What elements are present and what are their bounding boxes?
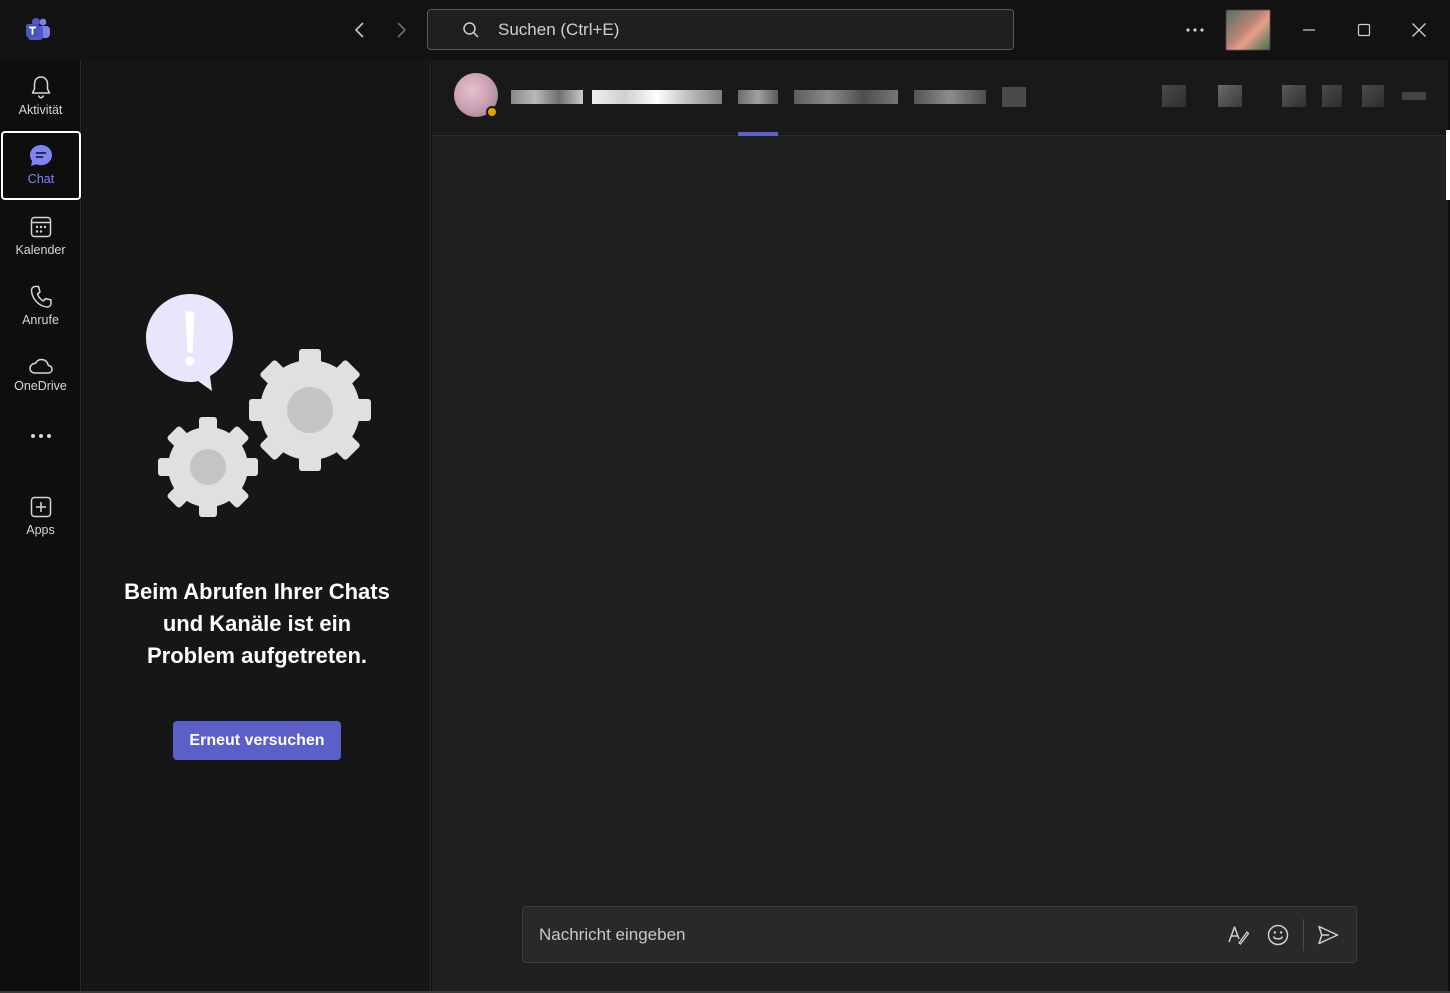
conversation-pane <box>432 60 1448 993</box>
send-icon <box>1318 925 1339 945</box>
bell-icon <box>28 74 54 100</box>
chevron-right-icon <box>397 22 407 38</box>
rail-item-apps[interactable]: Apps <box>0 482 81 550</box>
app-rail: Aktivität Chat Kalender Anrufe OneDrive <box>0 60 81 993</box>
retry-button[interactable]: Erneut versuchen <box>173 721 341 760</box>
more-horizontal-icon <box>1186 28 1204 32</box>
format-button[interactable] <box>1225 922 1251 948</box>
settings-more-button[interactable] <box>1182 20 1208 40</box>
maximize-icon <box>1357 23 1371 37</box>
search-box[interactable] <box>427 9 1014 50</box>
header-action-redacted[interactable] <box>1218 85 1242 107</box>
header-action-redacted[interactable] <box>1402 92 1426 100</box>
rail-item-activity[interactable]: Aktivität <box>0 62 81 130</box>
maximize-button[interactable] <box>1349 15 1379 45</box>
rail-item-label: Anrufe <box>22 313 59 327</box>
teams-logo-icon[interactable] <box>24 16 52 44</box>
composer-divider <box>1303 919 1304 951</box>
message-input[interactable] <box>539 907 1219 962</box>
error-gears-illustration <box>146 294 371 517</box>
cloud-icon <box>28 356 54 376</box>
title-bar <box>0 0 1450 60</box>
more-icon <box>28 430 54 442</box>
rail-item-label: Aktivität <box>18 103 63 117</box>
tab-redacted[interactable] <box>738 90 778 104</box>
rail-item-label: Apps <box>26 523 55 537</box>
minimize-button[interactable] <box>1294 15 1324 45</box>
rail-item-onedrive[interactable]: OneDrive <box>0 342 81 410</box>
back-button[interactable] <box>348 18 372 42</box>
search-icon <box>463 22 479 38</box>
rail-item-calls[interactable]: Anrufe <box>0 272 81 340</box>
format-text-icon <box>1228 926 1250 945</box>
presence-status-icon <box>486 106 498 118</box>
error-message: Beim Abrufen Ihrer Chats und Kanäle ist … <box>124 579 390 668</box>
rail-item-label: OneDrive <box>14 379 67 393</box>
phone-icon <box>28 284 54 310</box>
header-action-redacted[interactable] <box>1322 85 1342 107</box>
active-tab-indicator <box>738 132 778 136</box>
forward-button[interactable] <box>389 18 413 42</box>
tab-redacted[interactable] <box>794 90 898 104</box>
emoji-icon <box>1267 924 1289 946</box>
header-action-redacted[interactable] <box>1282 85 1306 107</box>
message-composer[interactable] <box>522 906 1357 963</box>
rail-item-more[interactable] <box>0 412 81 458</box>
calendar-icon <box>28 214 54 240</box>
header-action-redacted[interactable] <box>1362 85 1384 107</box>
chat-icon <box>28 143 54 169</box>
tab-redacted[interactable] <box>914 90 986 104</box>
close-icon <box>1412 23 1426 37</box>
profile-avatar[interactable] <box>1226 10 1270 50</box>
header-action-redacted[interactable] <box>1162 85 1186 107</box>
chat-list-pane: Beim Abrufen Ihrer Chats und Kanäle ist … <box>82 60 431 993</box>
search-input[interactable] <box>498 10 998 49</box>
chevron-left-icon <box>354 22 364 38</box>
rail-item-chat[interactable]: Chat <box>1 131 81 200</box>
add-tab-redacted[interactable] <box>1002 87 1026 107</box>
send-button[interactable] <box>1315 922 1341 948</box>
contact-name-redacted <box>511 90 583 104</box>
chat-header <box>432 60 1448 136</box>
contact-detail-redacted <box>592 90 722 104</box>
add-app-icon <box>28 494 54 520</box>
close-button[interactable] <box>1404 15 1434 45</box>
rail-item-calendar[interactable]: Kalender <box>0 202 81 270</box>
minimize-icon <box>1303 29 1315 31</box>
emoji-button[interactable] <box>1265 922 1291 948</box>
rail-item-label: Chat <box>27 172 55 186</box>
rail-item-label: Kalender <box>15 243 66 257</box>
window-edge-highlight <box>1446 130 1450 200</box>
